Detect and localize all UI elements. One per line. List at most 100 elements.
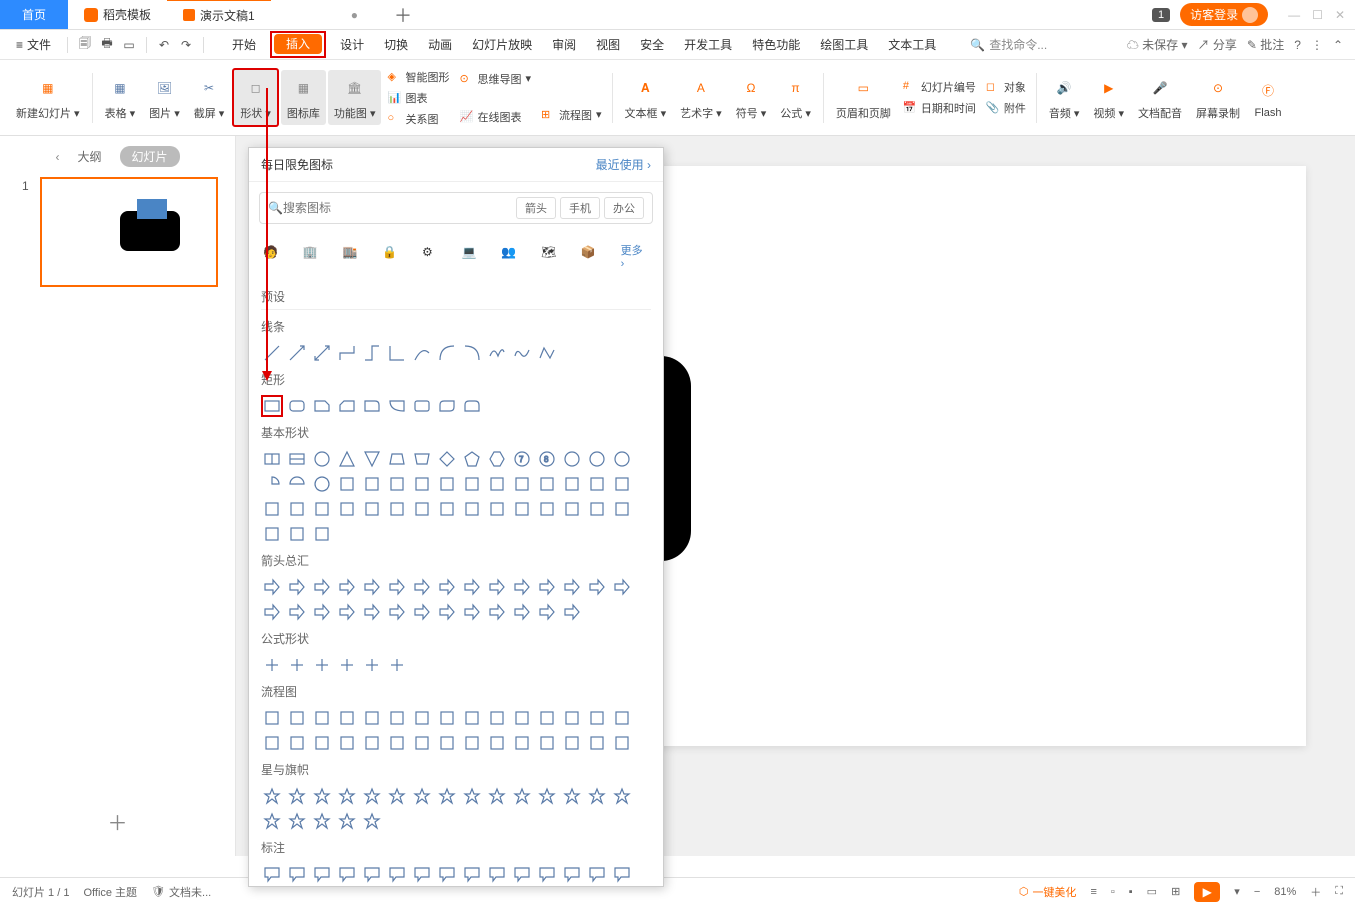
tag-office[interactable]: 办公: [604, 197, 644, 219]
shape-item[interactable]: [586, 732, 608, 754]
shape-item[interactable]: [286, 601, 308, 623]
shape-item[interactable]: [286, 576, 308, 598]
shape-item[interactable]: [436, 732, 458, 754]
shape-item[interactable]: [436, 785, 458, 807]
shape-item[interactable]: [311, 810, 333, 832]
play-button[interactable]: ▶: [1194, 882, 1220, 902]
shape-item[interactable]: [286, 448, 308, 470]
tab-template[interactable]: 稻壳模板: [68, 0, 167, 29]
shape-item[interactable]: [561, 732, 583, 754]
more-icons-link[interactable]: 更多 ›: [621, 242, 649, 270]
new-slide-button[interactable]: ▦新建幻灯片 ▾: [10, 70, 86, 125]
shape-scribble[interactable]: [511, 342, 533, 364]
iconlib-button[interactable]: ▦图标库: [281, 70, 326, 125]
shape-item[interactable]: [336, 732, 358, 754]
shape-snip2[interactable]: [336, 395, 358, 417]
shape-item[interactable]: [486, 707, 508, 729]
shape-item[interactable]: [561, 448, 583, 470]
shape-item[interactable]: [361, 707, 383, 729]
shape-item[interactable]: [611, 732, 633, 754]
shape-item[interactable]: [261, 654, 283, 676]
wordart-button[interactable]: A艺术字 ▾: [674, 70, 728, 125]
shape-item[interactable]: [461, 601, 483, 623]
shape-item[interactable]: [361, 732, 383, 754]
shape-item[interactable]: [361, 601, 383, 623]
shape-snip1[interactable]: [311, 395, 333, 417]
shape-item[interactable]: [411, 785, 433, 807]
shape-item[interactable]: [386, 707, 408, 729]
cat-icon[interactable]: ⚙: [422, 245, 444, 267]
shape-item[interactable]: [511, 707, 533, 729]
shape-item[interactable]: [386, 654, 408, 676]
more-icon[interactable]: ⋮: [1311, 38, 1323, 52]
shape-item[interactable]: [311, 732, 333, 754]
shape-item[interactable]: [261, 732, 283, 754]
shape-item[interactable]: [486, 601, 508, 623]
menutab-review[interactable]: 审阅: [542, 31, 586, 58]
shape-item[interactable]: [461, 448, 483, 470]
shape-item[interactable]: [336, 576, 358, 598]
shape-item[interactable]: [486, 785, 508, 807]
shape-item[interactable]: [286, 785, 308, 807]
shape-item[interactable]: [286, 473, 308, 495]
shape-line-arrow[interactable]: [286, 342, 308, 364]
shape-item[interactable]: [536, 473, 558, 495]
shape-curve[interactable]: [411, 342, 433, 364]
shape-item[interactable]: [436, 707, 458, 729]
shape-item[interactable]: [311, 654, 333, 676]
shape-item[interactable]: [561, 707, 583, 729]
file-menu[interactable]: ≡ 文件: [8, 33, 59, 56]
shape-item[interactable]: [536, 785, 558, 807]
chart-button[interactable]: 📊图表: [383, 89, 453, 107]
smartart-button[interactable]: ◈智能图形: [383, 68, 453, 86]
tab-add-icon[interactable]: ＋: [394, 2, 412, 28]
shape-item[interactable]: [586, 498, 608, 520]
print-icon[interactable]: 🖶: [98, 36, 116, 54]
shape-item[interactable]: [336, 654, 358, 676]
cat-icon[interactable]: 🔒: [382, 245, 404, 267]
shape-item[interactable]: [286, 654, 308, 676]
notes-icon[interactable]: ≡: [1090, 886, 1096, 898]
tag-arrow[interactable]: 箭头: [516, 197, 556, 219]
shape-item[interactable]: [386, 498, 408, 520]
shape-item[interactable]: [361, 785, 383, 807]
shape-item[interactable]: [336, 863, 358, 885]
recent-link[interactable]: 最近使用 ›: [596, 156, 651, 173]
shape-item[interactable]: [386, 448, 408, 470]
shape-item[interactable]: [511, 473, 533, 495]
relation-button[interactable]: ○关系图: [383, 110, 453, 128]
view-normal-icon[interactable]: ▫: [1111, 886, 1115, 898]
flowchart-button[interactable]: ⊞流程图 ▾: [537, 106, 606, 124]
shape-item[interactable]: [561, 576, 583, 598]
shape-item[interactable]: [411, 498, 433, 520]
shape-item[interactable]: [586, 707, 608, 729]
shape-item[interactable]: [411, 448, 433, 470]
shape-item[interactable]: [286, 863, 308, 885]
shape-freeform2[interactable]: [536, 342, 558, 364]
shape-elbow2[interactable]: [361, 342, 383, 364]
attachment-button[interactable]: 📎附件: [982, 99, 1030, 117]
shape-item[interactable]: [361, 810, 383, 832]
shape-item[interactable]: [561, 473, 583, 495]
cat-icon[interactable]: 🏬: [342, 245, 364, 267]
shape-item[interactable]: [436, 601, 458, 623]
shape-item[interactable]: [586, 576, 608, 598]
cat-icon[interactable]: 💻: [462, 245, 484, 267]
shape-item[interactable]: [511, 601, 533, 623]
shape-item[interactable]: [386, 473, 408, 495]
video-button[interactable]: ▶视频 ▾: [1087, 70, 1130, 125]
shape-item[interactable]: [311, 863, 333, 885]
shape-item[interactable]: [336, 601, 358, 623]
shape-item[interactable]: [336, 785, 358, 807]
shape-curve2[interactable]: [436, 342, 458, 364]
zoom-out-icon[interactable]: −: [1254, 886, 1260, 898]
maximize-icon[interactable]: ☐: [1312, 8, 1323, 22]
menutab-view[interactable]: 视图: [586, 31, 630, 58]
shape-item[interactable]: [361, 498, 383, 520]
shape-item[interactable]: [461, 576, 483, 598]
shape-item[interactable]: [261, 863, 283, 885]
shape-item[interactable]: [411, 707, 433, 729]
shape-item[interactable]: [536, 863, 558, 885]
zoom-level[interactable]: 81%: [1274, 886, 1296, 898]
shape-item[interactable]: [261, 498, 283, 520]
